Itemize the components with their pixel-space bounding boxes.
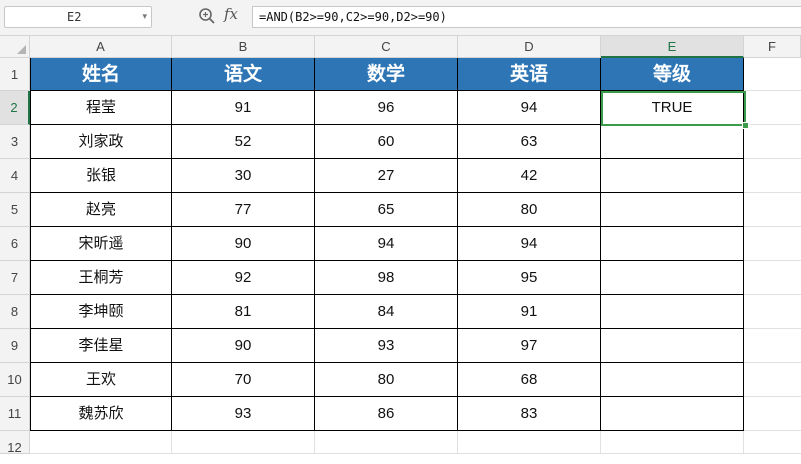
gridline — [314, 431, 315, 454]
column-header-f[interactable]: F — [744, 36, 801, 58]
table-cell[interactable]: 97 — [458, 329, 601, 363]
table-cell[interactable]: 程莹 — [30, 91, 172, 125]
name-box[interactable]: E2 ▾ — [4, 6, 152, 28]
table-cell[interactable]: 93 — [172, 397, 315, 431]
table-cell[interactable]: 96 — [315, 91, 458, 125]
table-cell[interactable]: 68 — [458, 363, 601, 397]
table-cell[interactable] — [601, 261, 744, 295]
gridline — [744, 328, 801, 329]
table-cell[interactable]: 65 — [315, 193, 458, 227]
table-cell[interactable]: 30 — [172, 159, 315, 193]
table-cell[interactable]: 李佳星 — [30, 329, 172, 363]
table-cell[interactable] — [601, 329, 744, 363]
name-box-value: E2 — [67, 10, 82, 24]
table-cell[interactable]: 91 — [458, 295, 601, 329]
gridline — [457, 431, 458, 454]
fill-handle[interactable] — [742, 122, 749, 129]
row-header-9[interactable]: 9 — [0, 329, 30, 363]
table-header-cell[interactable]: 英语 — [458, 58, 601, 91]
gridline — [600, 431, 601, 454]
gridline — [744, 362, 801, 363]
gridline — [744, 430, 801, 431]
table-cell[interactable] — [601, 227, 744, 261]
table-cell[interactable]: 90 — [172, 227, 315, 261]
row-header-11[interactable]: 11 — [0, 397, 30, 431]
column-header-b[interactable]: B — [172, 36, 315, 58]
table-cell[interactable]: 80 — [458, 193, 601, 227]
row-header-4[interactable]: 4 — [0, 159, 30, 193]
table-cell[interactable]: 92 — [172, 261, 315, 295]
table-cell[interactable]: 94 — [458, 227, 601, 261]
column-header-e[interactable]: E — [601, 36, 744, 58]
table-cell[interactable]: 93 — [315, 329, 458, 363]
table-cell[interactable] — [601, 159, 744, 193]
table-header-cell[interactable]: 数学 — [315, 58, 458, 91]
table-cell[interactable]: 魏苏欣 — [30, 397, 172, 431]
table-cell[interactable] — [601, 363, 744, 397]
row-header-3[interactable]: 3 — [0, 125, 30, 159]
table-cell[interactable]: 77 — [172, 193, 315, 227]
table-cell[interactable]: 80 — [315, 363, 458, 397]
table-cell[interactable]: 60 — [315, 125, 458, 159]
table-header-cell[interactable]: 语文 — [172, 58, 315, 91]
formula-bar: E2 ▾ fx =AND(B2>=90,C2>=90,D2>=90) — [0, 0, 801, 36]
gridline — [744, 226, 801, 227]
table-cell[interactable]: 刘家政 — [30, 125, 172, 159]
row-header-7[interactable]: 7 — [0, 261, 30, 295]
table-cell[interactable]: 84 — [315, 295, 458, 329]
gridline — [743, 431, 744, 454]
select-all-icon — [17, 45, 26, 54]
formula-input[interactable]: =AND(B2>=90,C2>=90,D2>=90) — [252, 6, 801, 28]
table-cell[interactable]: 98 — [315, 261, 458, 295]
table-cell[interactable]: 52 — [172, 125, 315, 159]
table-cell[interactable] — [601, 397, 744, 431]
gridline — [744, 294, 801, 295]
table-header-cell[interactable]: 等级 — [601, 58, 744, 91]
table-cell[interactable]: 宋昕遥 — [30, 227, 172, 261]
table-cell[interactable]: 42 — [458, 159, 601, 193]
table-cell[interactable]: 94 — [315, 227, 458, 261]
table-cell[interactable] — [601, 295, 744, 329]
table-cell[interactable]: 83 — [458, 397, 601, 431]
column-header-a[interactable]: A — [30, 36, 172, 58]
table-cell[interactable]: 90 — [172, 329, 315, 363]
row-header-12[interactable]: 12 — [0, 431, 30, 455]
table-header-cell[interactable]: 姓名 — [30, 58, 172, 91]
gridline — [744, 396, 801, 397]
table-cell[interactable]: 95 — [458, 261, 601, 295]
table-cell[interactable]: 李坤颐 — [30, 295, 172, 329]
gridline — [744, 158, 801, 159]
table-cell[interactable]: 70 — [172, 363, 315, 397]
chevron-down-icon[interactable]: ▾ — [142, 7, 147, 27]
row-header-6[interactable]: 6 — [0, 227, 30, 261]
fx-icon[interactable]: fx — [224, 5, 238, 23]
column-header-c[interactable]: C — [315, 36, 458, 58]
table-cell[interactable] — [601, 193, 744, 227]
gridline — [744, 124, 801, 125]
table-cell[interactable]: 张银 — [30, 159, 172, 193]
table-cell[interactable]: 86 — [315, 397, 458, 431]
table-cell[interactable]: 27 — [315, 159, 458, 193]
table-cell[interactable]: 王桐芳 — [30, 261, 172, 295]
gridline — [171, 431, 172, 454]
gridline — [744, 90, 801, 91]
column-header-d[interactable]: D — [458, 36, 601, 58]
select-all-corner[interactable] — [0, 36, 30, 58]
gridline — [744, 260, 801, 261]
zoom-icon[interactable] — [198, 7, 216, 25]
row-header-10[interactable]: 10 — [0, 363, 30, 397]
row-header-5[interactable]: 5 — [0, 193, 30, 227]
gridline — [744, 192, 801, 193]
table-cell[interactable]: 81 — [172, 295, 315, 329]
row-header-1[interactable]: 1 — [0, 58, 30, 91]
table-cell[interactable]: 赵亮 — [30, 193, 172, 227]
row-header-8[interactable]: 8 — [0, 295, 30, 329]
table-cell[interactable]: 94 — [458, 91, 601, 125]
table-cell[interactable]: 91 — [172, 91, 315, 125]
table-cell[interactable]: TRUE — [601, 91, 744, 125]
row-header-2[interactable]: 2 — [0, 91, 30, 125]
table-cell[interactable]: 63 — [458, 125, 601, 159]
table-cell[interactable]: 王欢 — [30, 363, 172, 397]
table-cell[interactable] — [601, 125, 744, 159]
